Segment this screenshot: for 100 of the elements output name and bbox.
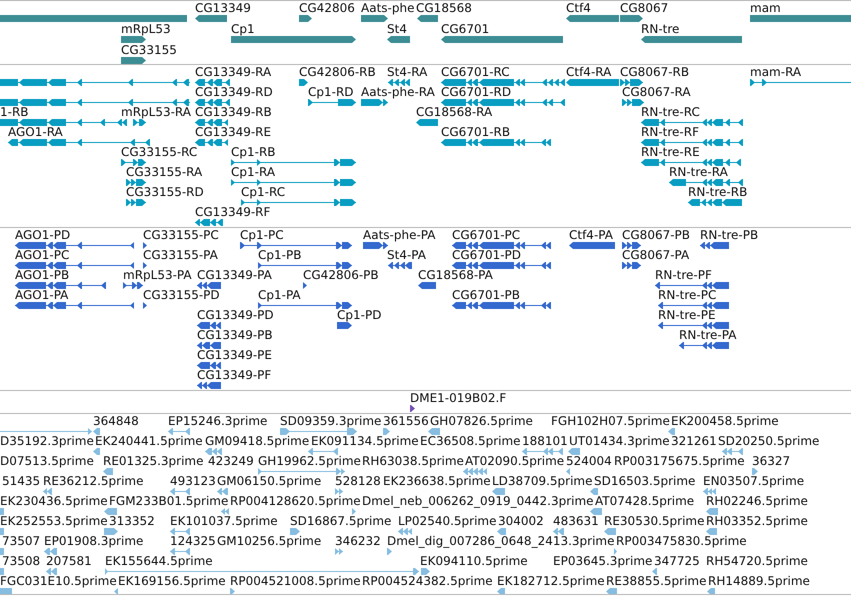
transcript-label: CG6701-RD: [441, 86, 512, 99]
est-label: 51435: [2, 475, 40, 488]
protein-label: RN-tre-PF: [655, 269, 712, 282]
protein-label: CG13349-PF: [197, 369, 272, 382]
protein-label: Aats-phe-PA: [363, 229, 436, 242]
est-label: RP003475830.5prime: [616, 535, 747, 548]
est-label: 346232: [335, 535, 381, 548]
est-label: 313352: [109, 515, 155, 528]
protein-label: CG13349-PA: [197, 269, 272, 282]
transcript-label: CG13349-RD: [195, 86, 273, 99]
est-label: 124325: [170, 535, 216, 548]
est-label: EK182712.5prime: [497, 575, 605, 588]
est-label: EK236638.5prime: [383, 475, 491, 488]
est-label: SD16503.5prime: [594, 475, 696, 488]
protein-label: mRpL53-PA: [123, 269, 192, 282]
est-label: 423249: [208, 455, 254, 468]
est-label: D35192.3prime: [0, 435, 94, 448]
gene-label: CG42806: [299, 2, 355, 15]
protein-label: St4-PA: [387, 249, 426, 262]
gene-label: RN-tre: [641, 23, 680, 36]
transcript-label: RN-tre-RF: [641, 126, 699, 139]
transcript-label: Cp1-RC: [241, 186, 286, 199]
est-label: 524004: [566, 455, 612, 468]
est-label: 207581: [46, 555, 92, 568]
transcript-label: CG13349-RB: [195, 106, 272, 119]
gene-label: mRpL53: [121, 23, 171, 36]
est-label: 36327: [752, 455, 790, 468]
est-label: RE36212.5prime: [43, 475, 144, 488]
protein-label: RN-tre-PB: [700, 229, 758, 242]
transcript-label: CG33155-RD: [126, 186, 204, 199]
transcript-label: St4-RA: [387, 66, 428, 79]
est-label: SD20250.5prime: [718, 435, 820, 448]
est-label: RH54720.5prime: [706, 555, 808, 568]
est-label: GM10256.5prime: [217, 535, 322, 548]
transcript-label: mam-RA: [750, 66, 802, 79]
gene-label: St4: [387, 23, 407, 36]
est-label: RH03352.5prime: [706, 515, 808, 528]
clone-label: DME1-019B02.F: [410, 392, 506, 405]
est-label: RH02246.5prime: [706, 495, 808, 508]
transcript-label: Ctf4-RA: [566, 66, 612, 79]
transcript-label: RN-tre-RC: [641, 106, 700, 119]
est-label: 304002: [498, 515, 544, 528]
protein-label: CG6701-PB: [452, 289, 520, 302]
est-label: RE30530.5prime: [604, 515, 704, 528]
est-label: GH19962.5prime: [258, 455, 361, 468]
est-label: RE38855.5prime: [606, 575, 706, 588]
est-label: D07513.5prime: [0, 455, 94, 468]
transcript-label: Cp1-RB: [231, 146, 276, 159]
est-label: EK101037.5prime: [170, 515, 278, 528]
est-label: SD09359.3prime: [280, 415, 382, 428]
protein-label: CG13349-PE: [197, 349, 272, 362]
transcript-label: mRpL53-RA: [121, 106, 191, 119]
protein-label: AGO1-PD: [15, 229, 70, 242]
est-label: GM09418.5prime: [205, 435, 310, 448]
transcript-label: CG42806-RB: [299, 66, 376, 79]
protein-label: CG6701-PD: [452, 249, 522, 262]
protein-label: CG33155-PA: [143, 249, 218, 262]
transcript-label: Aats-phe-RA: [361, 86, 435, 99]
est-label: EK094110.5prime: [420, 555, 528, 568]
transcript-label: CG13349-RE: [195, 126, 272, 139]
est-label: EK091134.5prime: [311, 435, 419, 448]
est-label: EP15246.3prime: [168, 415, 268, 428]
transcript-label: Cp1-RD: [308, 86, 354, 99]
gene-label: CG18568: [416, 2, 472, 15]
est-label: EK169156.5prime: [118, 575, 226, 588]
transcript-label: RN-tre-RB: [688, 186, 748, 199]
est-label: 483631: [553, 515, 599, 528]
transcript-label: 1-RB: [0, 106, 29, 119]
transcript-label: CG18568-RA: [416, 106, 492, 119]
est-label: 528128: [335, 475, 381, 488]
est-label: EK155644.5prime: [105, 555, 213, 568]
est-label: 73508: [2, 555, 40, 568]
est-label: UT01434.3prime: [569, 435, 670, 448]
est-label: RP004524382.5prime: [362, 575, 493, 588]
est-label: EN03507.5prime: [703, 475, 804, 488]
est-label: RE01325.3prime: [103, 455, 204, 468]
gene-label: CG33155: [121, 44, 177, 57]
est-label: LP02540.5prime: [398, 515, 497, 528]
est-label: EK252553.5prime: [0, 515, 108, 528]
transcript-label: CG33155-RA: [126, 166, 202, 179]
est-label: RH14889.5prime: [708, 575, 810, 588]
est-label: EK240441.5prime: [95, 435, 203, 448]
protein-label: CG13349-PB: [197, 329, 273, 342]
est-label: 361556: [383, 415, 429, 428]
protein-label: CG6701-PC: [452, 229, 520, 242]
gene-label: mam: [750, 2, 781, 15]
protein-label: CG13349-PD: [197, 309, 274, 322]
transcript-label: RN-tre-RA: [669, 166, 728, 179]
protein-label: Cp1-PB: [258, 249, 302, 262]
est-label: 321261: [671, 435, 717, 448]
est-label: RP004521008.5prime: [230, 575, 361, 588]
est-label: FGH102H07.5prime: [551, 415, 670, 428]
est-label: EK200458.5prime: [671, 415, 779, 428]
protein-label: RN-tre-PE: [658, 309, 716, 322]
transcript-label: AGO1-RA: [8, 126, 63, 139]
protein-label: CG18568-PA: [418, 269, 493, 282]
transcript-label: CG6701-RC: [441, 66, 510, 79]
est-label: EP03645.3prime: [553, 555, 652, 568]
est-label: EP01908.3prime: [44, 535, 144, 548]
protein-label: CG8067-PB: [622, 229, 690, 242]
